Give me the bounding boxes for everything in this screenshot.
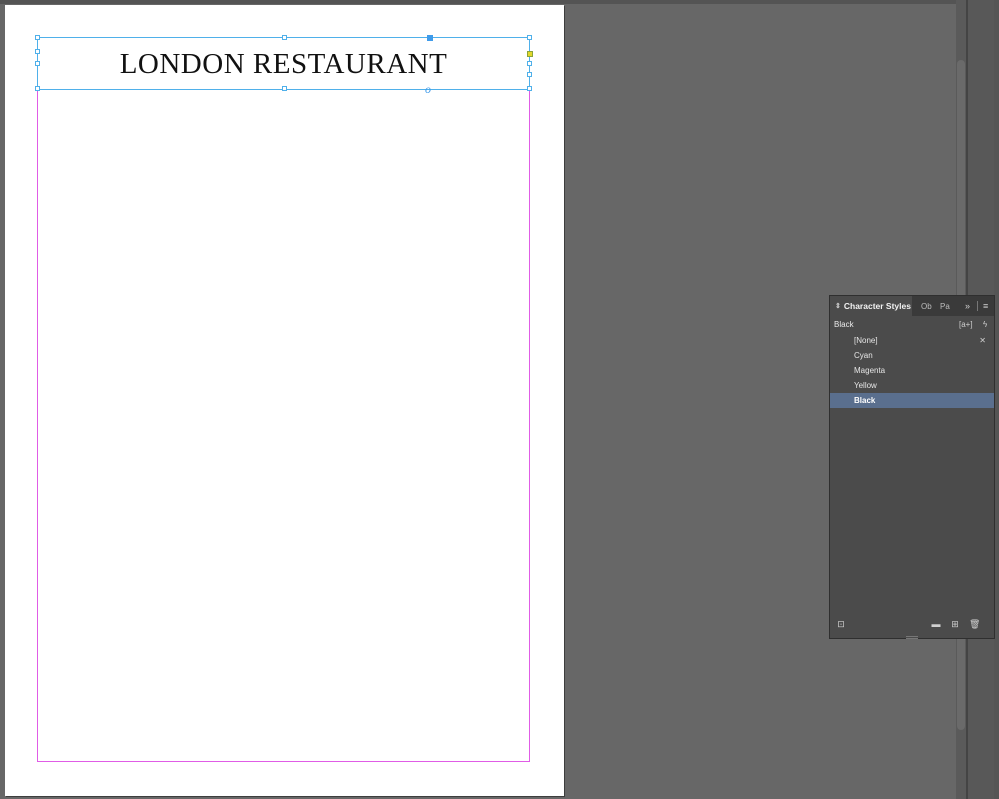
content-grabber-icon[interactable]: o [425,83,431,95]
new-style-icon[interactable]: ⊞ [950,619,960,629]
character-styles-panel: ⇕ Character Styles Ob Pa » ≡ Black [a+] … [829,295,995,639]
frame-handle-right-middle[interactable] [527,61,532,66]
frame-handle-top-right[interactable] [527,35,532,40]
a-plus-icon[interactable]: [a+] [959,316,973,333]
frame-handle-top-middle[interactable] [282,35,287,40]
document-page[interactable]: LONDON RESTAURANT o [5,5,564,796]
tab-paragraph-styles[interactable]: Pa [940,296,950,316]
lightning-icon[interactable]: ϟ [983,316,987,333]
tab-label: Character Styles [843,301,911,311]
load-styles-icon[interactable]: ⊡ [836,619,846,629]
double-chevron-icon[interactable]: » [965,296,970,316]
panel-footer: ⊡ ▬ ⊞ 🗑 [830,616,994,634]
frame-handle-top-left[interactable] [35,35,40,40]
style-item-none[interactable]: [None] ✕ [830,333,994,348]
corner-options-handle[interactable] [527,51,533,57]
frame-handle-left-middle[interactable] [35,61,40,66]
tab-object-styles[interactable]: Ob [921,296,932,316]
text-frame[interactable]: LONDON RESTAURANT o [35,35,533,95]
panel-resize-grip[interactable] [906,636,918,639]
tab-separator [977,301,978,311]
style-item-cyan[interactable]: Cyan [830,348,994,363]
out-port-handle[interactable] [527,72,532,77]
frame-handle-left-upper[interactable] [35,49,40,54]
style-item-black[interactable]: Black [830,393,994,408]
current-style-row: Black [a+] ϟ [830,316,994,333]
style-item-yellow[interactable]: Yellow [830,378,994,393]
frame-handle-bottom-middle[interactable] [282,86,287,91]
frame-handle-bottom-right[interactable] [527,86,532,91]
window-top-edge [0,0,999,4]
wand-icon: ✕ [979,336,986,345]
trash-icon[interactable]: 🗑 [969,619,980,629]
panel-menu-icon[interactable]: ≡ [983,296,988,316]
frame-handle-bottom-left[interactable] [35,86,40,91]
current-style-label: Black [834,320,854,329]
frame-text[interactable]: LONDON RESTAURANT [38,48,529,81]
margin-guide [37,37,530,762]
in-port-handle[interactable] [427,35,433,41]
tab-character-styles[interactable]: ⇕ Character Styles [830,296,912,316]
style-item-magenta[interactable]: Magenta [830,363,994,378]
style-list: [None] ✕ Cyan Magenta Yellow Black [830,333,994,408]
panel-tab-bar: ⇕ Character Styles Ob Pa » ≡ [830,296,994,316]
folder-icon[interactable]: ▬ [931,619,941,629]
updown-arrow-icon[interactable]: ⇕ [835,302,841,310]
